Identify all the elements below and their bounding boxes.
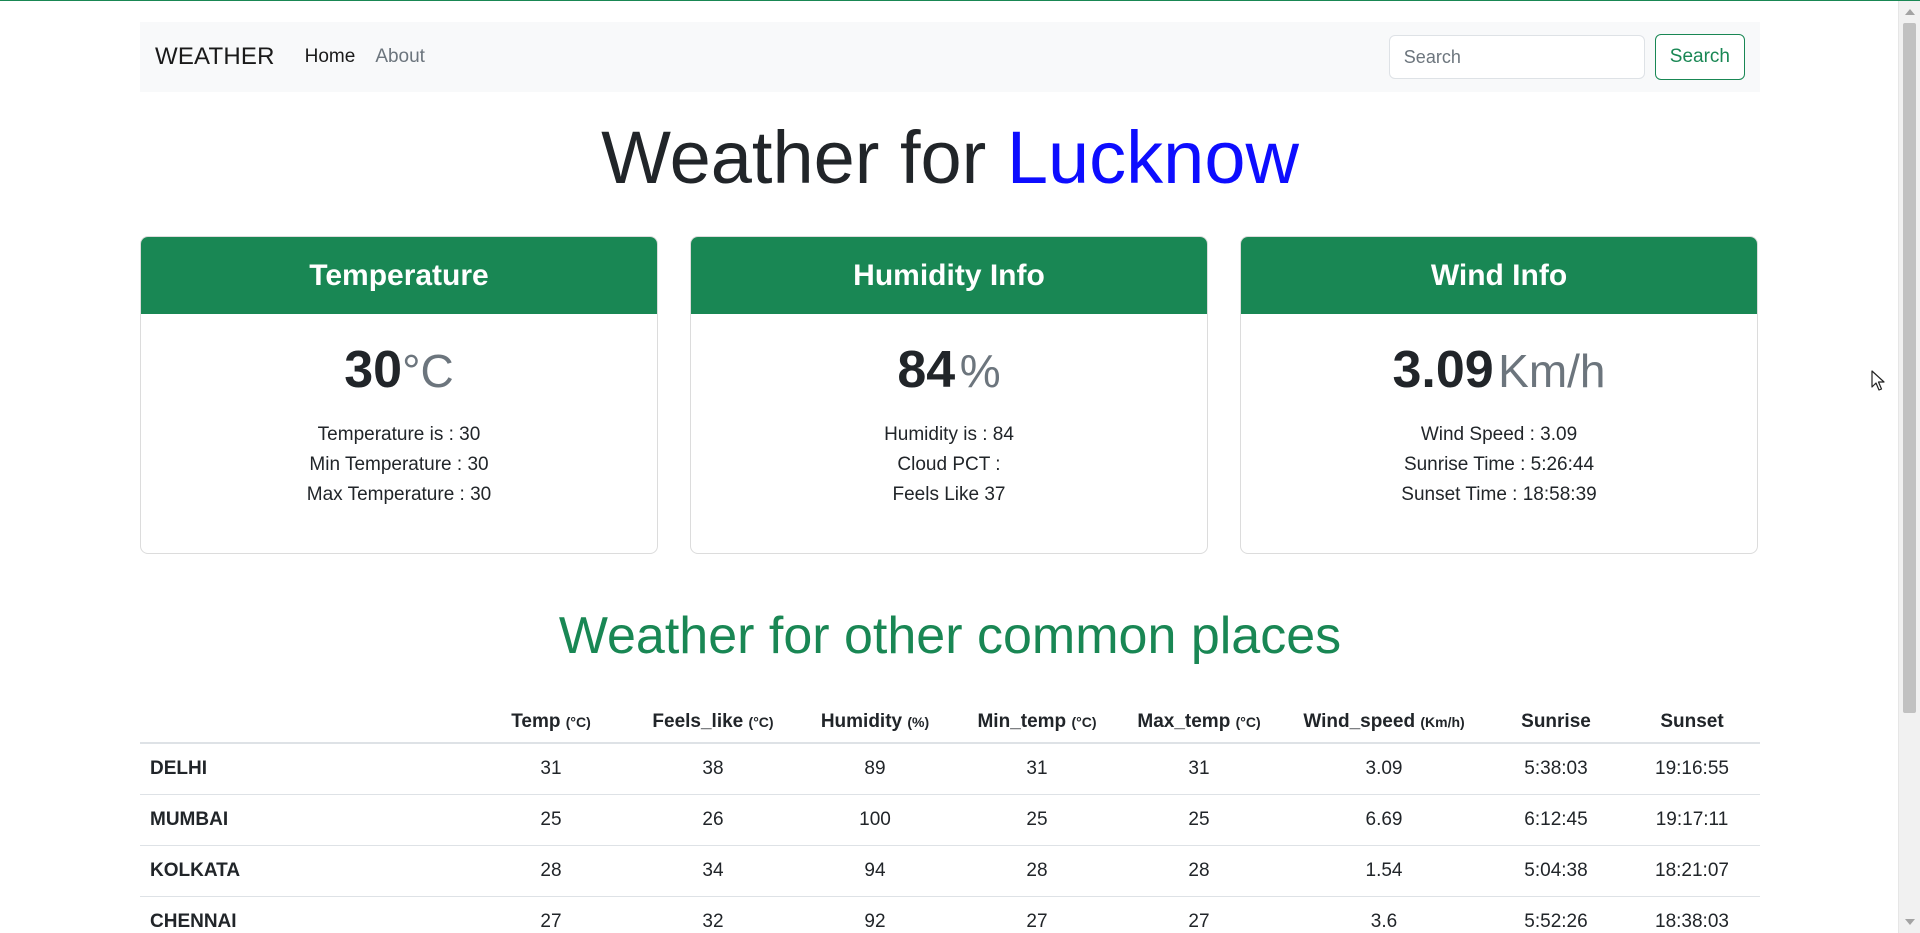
column-header-wind-speed: Wind_speed (Km/h): [1280, 701, 1488, 743]
humidity-detail-line: Cloud PCT :: [691, 450, 1207, 480]
wind-card: Wind Info 3.09 Km/h Wind Speed : 3.09 Su…: [1240, 236, 1758, 554]
search-input[interactable]: [1389, 35, 1645, 79]
table-cell: 25: [956, 795, 1118, 846]
table-cell: 26: [632, 795, 794, 846]
wind-detail-line: Sunset Time : 18:58:39: [1241, 480, 1757, 510]
vertical-scrollbar[interactable]: [1898, 1, 1920, 933]
column-header-max-temp: Max_temp (°C): [1118, 701, 1280, 743]
table-cell: 34: [632, 846, 794, 897]
humidity-main-value: 84 %: [691, 340, 1207, 400]
scroll-up-arrow-icon[interactable]: [1905, 9, 1915, 15]
table-cell: 3.6: [1280, 897, 1488, 933]
nav-link-home[interactable]: Home: [305, 46, 356, 68]
column-header-min-temp: Min_temp (°C): [956, 701, 1118, 743]
table-cell: 3.09: [1280, 743, 1488, 795]
table-cell: 28: [956, 846, 1118, 897]
table-cell: 31: [470, 743, 632, 795]
table-cell: 19:17:11: [1624, 795, 1760, 846]
wind-main-value: 3.09 Km/h: [1241, 340, 1757, 400]
table-cell: 6.69: [1280, 795, 1488, 846]
page-title-city: Lucknow: [1007, 116, 1299, 199]
navbar: WEATHER Home About Search: [140, 22, 1760, 92]
other-places-title: Weather for other common places: [140, 601, 1760, 671]
temperature-detail-line: Min Temperature : 30: [141, 450, 657, 480]
temperature-detail-line: Max Temperature : 30: [141, 480, 657, 510]
humidity-details: Humidity is : 84 Cloud PCT : Feels Like …: [691, 420, 1207, 510]
table-cell: 6:12:45: [1488, 795, 1624, 846]
table-cell: 92: [794, 897, 956, 933]
wind-detail-line: Sunrise Time : 5:26:44: [1241, 450, 1757, 480]
table-cell: 19:16:55: [1624, 743, 1760, 795]
table-cell: 38: [632, 743, 794, 795]
table-cell: 89: [794, 743, 956, 795]
page-title-prefix: Weather for: [601, 116, 986, 199]
page: WEATHER Home About Search Weather for Lu…: [0, 1, 1898, 933]
wind-detail-line: Wind Speed : 3.09: [1241, 420, 1757, 450]
column-header-temp: Temp (°C): [470, 701, 632, 743]
column-header-sunset: Sunset: [1624, 701, 1760, 743]
column-header-sunrise: Sunrise: [1488, 701, 1624, 743]
table-cell: 5:04:38: [1488, 846, 1624, 897]
table-cell: 28: [1118, 846, 1280, 897]
other-places-table: Temp (°C) Feels_like (°C) Humidity (%) M…: [140, 701, 1760, 933]
table-cell: 25: [1118, 795, 1280, 846]
temperature-main-value: 30°C: [141, 340, 657, 400]
table-cell-city: DELHI: [140, 743, 470, 795]
table-cell: 18:21:07: [1624, 846, 1760, 897]
table-row: DELHI 31 38 89 31 31 3.09 5:38:03 19:16:…: [140, 743, 1760, 795]
table-cell: 32: [632, 897, 794, 933]
humidity-card: Humidity Info 84 % Humidity is : 84 Clou…: [690, 236, 1208, 554]
temperature-detail-line: Temperature is : 30: [141, 420, 657, 450]
wind-details: Wind Speed : 3.09 Sunrise Time : 5:26:44…: [1241, 420, 1757, 510]
table-cell: 5:38:03: [1488, 743, 1624, 795]
wind-unit: Km/h: [1498, 345, 1605, 397]
table-cell-city: KOLKATA: [140, 846, 470, 897]
table-cell: 94: [794, 846, 956, 897]
humidity-card-header: Humidity Info: [691, 237, 1207, 314]
temperature-value: 30: [344, 341, 402, 399]
temperature-card-header: Temperature: [141, 237, 657, 314]
humidity-value: 84: [897, 341, 955, 399]
column-header-feels-like: Feels_like (°C): [632, 701, 794, 743]
humidity-detail-line: Humidity is : 84: [691, 420, 1207, 450]
nav-link-about[interactable]: About: [375, 46, 425, 68]
table-row: CHENNAI 27 32 92 27 27 3.6 5:52:26 18:38…: [140, 897, 1760, 933]
temperature-card: Temperature 30°C Temperature is : 30 Min…: [140, 236, 658, 554]
humidity-unit: %: [960, 345, 1001, 397]
table-cell: 28: [470, 846, 632, 897]
temperature-unit: °C: [402, 345, 454, 397]
table-cell: 27: [1118, 897, 1280, 933]
humidity-detail-line: Feels Like 37: [691, 480, 1207, 510]
table-cell: 31: [956, 743, 1118, 795]
page-title: Weather for Lucknow: [140, 113, 1760, 203]
table-cell: 27: [956, 897, 1118, 933]
table-row: MUMBAI 25 26 100 25 25 6.69 6:12:45 19:1…: [140, 795, 1760, 846]
brand-logo-link[interactable]: WEATHER: [155, 43, 275, 71]
table-cell: 100: [794, 795, 956, 846]
table-cell: 1.54: [1280, 846, 1488, 897]
table-cell: 5:52:26: [1488, 897, 1624, 933]
wind-value: 3.09: [1392, 341, 1493, 399]
table-cell-city: CHENNAI: [140, 897, 470, 933]
table-header-row: Temp (°C) Feels_like (°C) Humidity (%) M…: [140, 701, 1760, 743]
column-header-humidity: Humidity (%): [794, 701, 956, 743]
search-button[interactable]: Search: [1655, 34, 1745, 80]
scroll-down-arrow-icon[interactable]: [1905, 919, 1915, 925]
temperature-details: Temperature is : 30 Min Temperature : 30…: [141, 420, 657, 510]
table-cell: 31: [1118, 743, 1280, 795]
wind-card-header: Wind Info: [1241, 237, 1757, 314]
table-cell: 27: [470, 897, 632, 933]
table-cell: 25: [470, 795, 632, 846]
table-cell-city: MUMBAI: [140, 795, 470, 846]
table-row: KOLKATA 28 34 94 28 28 1.54 5:04:38 18:2…: [140, 846, 1760, 897]
mouse-pointer-icon: [1871, 370, 1887, 392]
scrollbar-thumb[interactable]: [1903, 23, 1916, 713]
column-header-city: [140, 701, 470, 743]
table-cell: 18:38:03: [1624, 897, 1760, 933]
